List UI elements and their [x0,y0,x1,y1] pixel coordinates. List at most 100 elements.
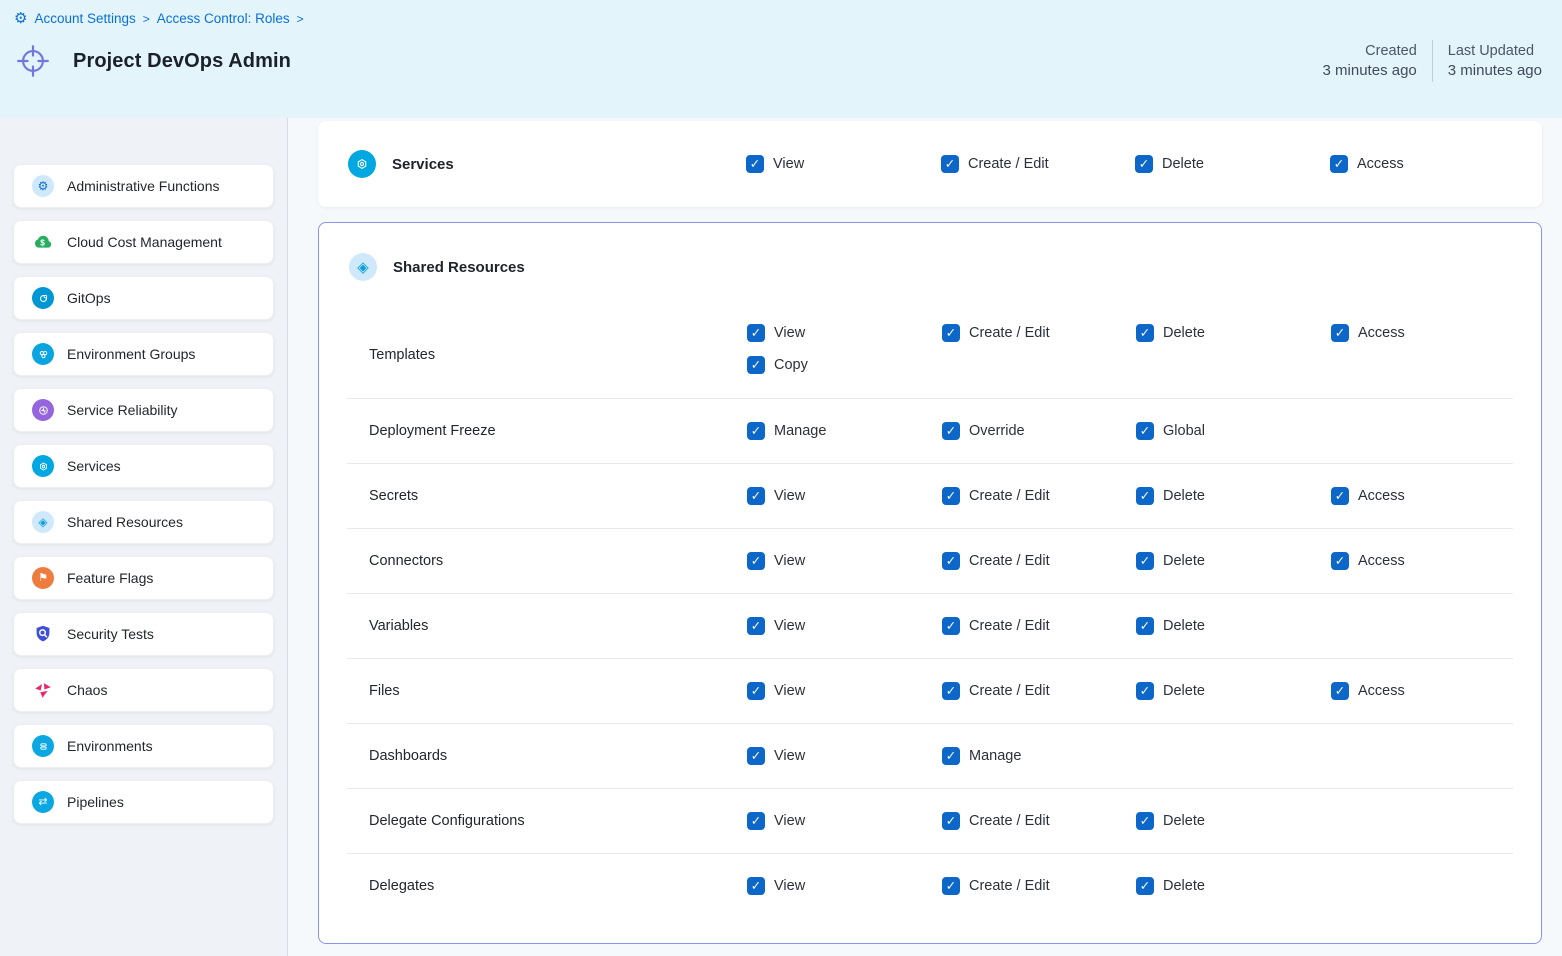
permission-create-edit[interactable]: Create / Edit [942,324,1136,342]
checkbox-access-checked[interactable] [1331,552,1349,570]
checkbox-create-edit-checked[interactable] [942,682,960,700]
checkbox-create-edit-checked[interactable] [942,552,960,570]
resource-label: Connectors [347,529,747,593]
sidebar-item-shared-resources[interactable]: ◈Shared Resources [13,500,274,544]
permission-create-edit[interactable]: Create / Edit [942,552,1136,570]
checkbox-view-checked[interactable] [747,812,765,830]
breadcrumb-access-control-roles[interactable]: Access Control: Roles [157,11,290,26]
permission-delete[interactable]: Delete [1135,155,1330,173]
service-reliability-icon [32,399,54,421]
checkbox-delete-checked[interactable] [1136,877,1154,895]
permission-create-edit[interactable]: Create / Edit [942,487,1136,505]
checkbox-delete-checked[interactable] [1136,812,1154,830]
sidebar-item-pipelines[interactable]: ⇄Pipelines [13,780,274,824]
checkbox-access-checked[interactable] [1331,324,1349,342]
permission-delete[interactable]: Delete [1136,324,1331,342]
permission-delete[interactable]: Delete [1136,812,1331,830]
permission-delete[interactable]: Delete [1136,617,1331,635]
permission-label: View [774,553,805,569]
permission-copy[interactable]: Copy [747,356,942,374]
sidebar-item-environments[interactable]: Environments [13,724,274,768]
permission-view[interactable]: View [747,682,942,700]
permission-label: Delete [1163,683,1205,699]
permission-access[interactable]: Access [1331,324,1513,342]
checkbox-view-checked[interactable] [747,682,765,700]
checkbox-view-checked[interactable] [747,552,765,570]
permission-access[interactable]: Access [1331,682,1513,700]
checkbox-delete-checked[interactable] [1136,552,1154,570]
svg-text:$: $ [40,238,45,247]
permission-view[interactable]: View [747,552,942,570]
sidebar-item-service-reliability[interactable]: Service Reliability [13,388,274,432]
checkbox-manage-checked[interactable] [747,422,765,440]
permission-manage[interactable]: Manage [747,422,942,440]
checkbox-create-edit-checked[interactable] [942,877,960,895]
checkbox-override-checked[interactable] [942,422,960,440]
permission-create-edit[interactable]: Create / Edit [942,617,1136,635]
permission-create-edit[interactable]: Create / Edit [942,877,1136,895]
checkbox-create-edit-checked[interactable] [941,155,959,173]
sidebar-item-feature-flags[interactable]: ⚑Feature Flags [13,556,274,600]
permission-create-edit[interactable]: Create / Edit [942,682,1136,700]
checkbox-access-checked[interactable] [1331,487,1349,505]
permission-cell [1331,594,1513,658]
permission-cell [1331,854,1513,918]
checkbox-create-edit-checked[interactable] [942,617,960,635]
checkbox-view-checked[interactable] [747,617,765,635]
permission-access[interactable]: Access [1330,155,1542,173]
checkbox-delete-checked[interactable] [1136,487,1154,505]
permission-view[interactable]: View [747,877,942,895]
checkbox-view-checked[interactable] [746,155,764,173]
checkbox-view-checked[interactable] [747,324,765,342]
section-permissions-row: ServicesViewCreate / EditDeleteAccess [318,121,1542,207]
sidebar-item-gitops[interactable]: GitOps [13,276,274,320]
checkbox-delete-checked[interactable] [1136,324,1154,342]
permission-row-secrets: SecretsViewCreate / EditDeleteAccess [347,463,1513,528]
permission-override[interactable]: Override [942,422,1136,440]
permission-delete[interactable]: Delete [1136,487,1331,505]
permission-view[interactable]: View [747,747,942,765]
sidebar-item-security-tests[interactable]: Security Tests [13,612,274,656]
checkbox-delete-checked[interactable] [1136,682,1154,700]
permission-delete[interactable]: Delete [1136,877,1331,895]
sidebar-item-label: GitOps [67,290,111,306]
breadcrumb-account-settings[interactable]: Account Settings [34,11,135,26]
permission-global[interactable]: Global [1136,422,1331,440]
checkbox-view-checked[interactable] [747,877,765,895]
sidebar-item-administrative-functions[interactable]: ⚙Administrative Functions [13,164,274,208]
sidebar-item-cloud-cost-management[interactable]: $Cloud Cost Management [13,220,274,264]
permission-create-edit[interactable]: Create / Edit [941,155,1135,173]
permission-delete[interactable]: Delete [1136,682,1331,700]
permission-view[interactable]: View [747,324,942,342]
checkbox-global-checked[interactable] [1136,422,1154,440]
checkbox-delete-checked[interactable] [1136,617,1154,635]
permission-view[interactable]: View [747,487,942,505]
permission-create-edit[interactable]: Create / Edit [942,812,1136,830]
checkbox-access-checked[interactable] [1331,682,1349,700]
sidebar-item-services[interactable]: Services [13,444,274,488]
permission-view[interactable]: View [747,812,942,830]
permission-delete[interactable]: Delete [1136,552,1331,570]
permission-view[interactable]: View [747,617,942,635]
sidebar-item-environment-groups[interactable]: Environment Groups [13,332,274,376]
permission-access[interactable]: Access [1331,552,1513,570]
permission-manage[interactable]: Manage [942,747,1136,765]
permission-label: Manage [774,423,826,439]
checkbox-create-edit-checked[interactable] [942,324,960,342]
permission-label: Manage [969,748,1021,764]
permission-view[interactable]: View [746,155,941,173]
checkbox-manage-checked[interactable] [942,747,960,765]
permission-row-connectors: Connectors View Create / EditDeleteAccess [347,528,1513,593]
permission-label: Global [1163,423,1205,439]
page: ⚙ Account Settings > Access Control: Rol… [0,0,1562,956]
sidebar-item-chaos[interactable]: Chaos [13,668,274,712]
checkbox-create-edit-checked[interactable] [942,812,960,830]
checkbox-view-checked[interactable] [747,747,765,765]
checkbox-create-edit-checked[interactable] [942,487,960,505]
permission-row-templates: TemplatesViewCopyCreate / EditDeleteAcce… [347,311,1513,398]
permission-access[interactable]: Access [1331,487,1513,505]
checkbox-copy-checked[interactable] [747,356,765,374]
checkbox-delete-checked[interactable] [1135,155,1153,173]
checkbox-access-checked[interactable] [1330,155,1348,173]
checkbox-view-checked[interactable] [747,487,765,505]
